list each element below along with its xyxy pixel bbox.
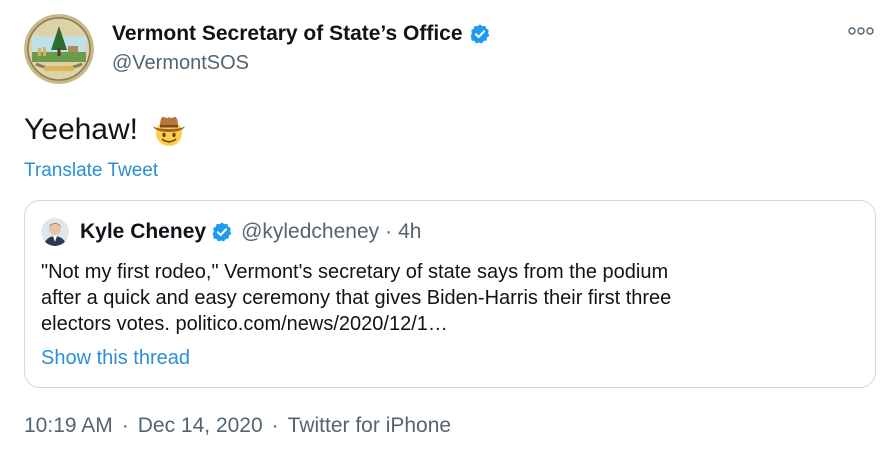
tweet-text-content: Yeehaw! <box>24 113 138 146</box>
quoted-author-avatar[interactable] <box>41 218 69 246</box>
tweet-source[interactable]: Twitter for iPhone <box>288 414 451 438</box>
quoted-tweet-header: Kyle Cheney @kyledcheney · 4h <box>41 217 421 247</box>
show-thread-link[interactable]: Show this thread <box>41 347 190 370</box>
tweet-time[interactable]: 10:19 AM <box>24 414 113 438</box>
tweet-date[interactable]: Dec 14, 2020 <box>138 414 263 438</box>
author-display-name[interactable]: Vermont Secretary of State’s Office <box>112 22 463 46</box>
quoted-author-handle[interactable]: @kyledcheney <box>241 220 379 244</box>
tweet-metadata: 10:19 AM · Dec 14, 2020 · Twitter for iP… <box>24 414 451 438</box>
quoted-tweet[interactable]: Kyle Cheney @kyledcheney · 4h "Not my fi… <box>24 200 876 388</box>
more-options-icon[interactable] <box>848 24 874 38</box>
separator-dot: · <box>385 220 393 243</box>
vermont-seal-icon <box>24 14 94 84</box>
author-avatar[interactable] <box>24 14 94 84</box>
translate-tweet-link[interactable]: Translate Tweet <box>24 160 158 182</box>
quoted-body-line: "Not my first rodeo," Vermont's secretar… <box>41 261 669 283</box>
tweet-text: Yeehaw! <box>24 112 188 148</box>
tweet-header: Vermont Secretary of State’s Office @Ver… <box>24 14 874 84</box>
separator-dot: · <box>121 414 129 437</box>
author-handle[interactable]: @VermontSOS <box>112 52 491 75</box>
verified-badge-icon <box>470 24 489 44</box>
author-names: Vermont Secretary of State’s Office @Ver… <box>112 20 491 75</box>
quoted-author-name[interactable]: Kyle Cheney <box>80 220 206 244</box>
quoted-body-line: after a quick and easy ceremony that giv… <box>41 287 672 309</box>
cowboy-hat-face-icon <box>153 116 185 146</box>
verified-badge-icon <box>212 222 232 242</box>
quoted-body-line[interactable]: electors votes. politico.com/news/2020/1… <box>41 311 841 337</box>
quoted-tweet-body: "Not my first rodeo," Vermont's secretar… <box>41 259 841 337</box>
display-name-row: Vermont Secretary of State’s Office <box>112 20 491 48</box>
person-avatar-icon <box>41 218 69 246</box>
separator-dot: · <box>271 414 279 437</box>
quoted-tweet-time[interactable]: 4h <box>398 220 421 244</box>
